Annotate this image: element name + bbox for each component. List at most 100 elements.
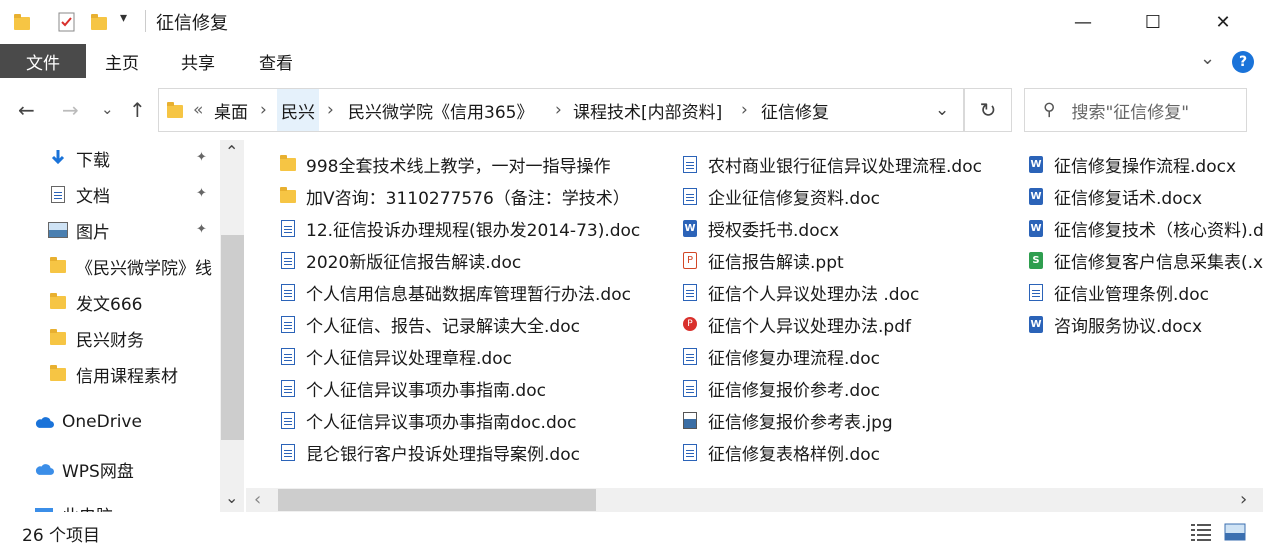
documents-icon: [48, 185, 68, 203]
word-doc-icon: [680, 379, 700, 397]
details-view-icon[interactable]: [1190, 522, 1212, 546]
navigation-bar: ← → ⌄ ↑ « 桌面 › 民兴 › 民兴微学院《信用365》 › 课程技术[…: [0, 82, 1263, 140]
recent-locations-icon[interactable]: ⌄: [101, 100, 114, 118]
refresh-button[interactable]: ↻: [964, 88, 1012, 132]
list-item[interactable]: 个人征信异议事项办事指南doc.doc: [278, 404, 648, 436]
word-doc-icon: [278, 251, 298, 269]
tab-file[interactable]: 文件: [0, 44, 86, 78]
maximize-button[interactable]: ☐: [1130, 0, 1176, 44]
ribbon-collapse-icon[interactable]: ⌄: [1200, 48, 1215, 69]
sidebar-item-wps-drive[interactable]: WPS网盘: [34, 453, 206, 485]
breadcrumb-academy[interactable]: 民兴微学院《信用365》: [348, 89, 533, 131]
list-item[interactable]: W 咨询服务协议.docx: [1026, 308, 1263, 340]
sidebar-item-folder-finance[interactable]: 民兴财务: [48, 322, 220, 354]
list-item[interactable]: 征信修复报价参考表.jpg: [680, 404, 1020, 436]
tab-share[interactable]: 共享: [172, 44, 224, 78]
list-item[interactable]: 个人征信异议处理章程.doc: [278, 340, 648, 372]
back-arrow-icon[interactable]: ←: [18, 98, 35, 122]
list-item[interactable]: 企业征信修复资料.doc: [680, 180, 1020, 212]
list-item[interactable]: 2020新版征信报告解读.doc: [278, 244, 648, 276]
file-name: 征信修复技术（核心资料).docx: [1054, 220, 1263, 241]
list-item[interactable]: W 征信修复操作流程.docx: [1026, 148, 1263, 180]
file-name: 征信修复报价参考表.jpg: [708, 412, 893, 433]
list-item[interactable]: P 征信个人异议处理办法.pdf: [680, 308, 1020, 340]
sidebar-item-pictures[interactable]: 图片: [48, 214, 220, 246]
forward-arrow-icon[interactable]: →: [62, 98, 79, 122]
file-list: 998全套技术线上教学，一对一指导操作 加V咨询：3110277576（备注：学…: [246, 140, 1263, 488]
word-docx-icon: W: [1026, 155, 1046, 173]
dropdown-arrow-icon[interactable]: ▾: [120, 10, 127, 26]
word-doc-icon: [680, 443, 700, 461]
word-doc-icon: [278, 219, 298, 237]
sidebar-item-folder-fawen[interactable]: 发文666: [48, 286, 220, 318]
sidebar-item-this-pc[interactable]: 此电脑: [34, 498, 206, 512]
list-item[interactable]: S 征信修复客户信息采集表(.xlsx: [1026, 244, 1263, 276]
pin-icon[interactable]: ✦: [196, 150, 207, 165]
pin-icon[interactable]: ✦: [196, 186, 207, 201]
breadcrumb-current[interactable]: 征信修复: [761, 89, 829, 131]
word-doc-icon: [278, 443, 298, 461]
address-dropdown-icon[interactable]: ⌄: [935, 89, 949, 131]
folder-icon: [278, 186, 298, 203]
word-doc-icon: [278, 379, 298, 397]
help-icon[interactable]: ?: [1232, 51, 1254, 73]
scroll-left-icon[interactable]: ‹: [254, 489, 261, 510]
list-item[interactable]: W 征信修复技术（核心资料).docx: [1026, 212, 1263, 244]
list-item[interactable]: 个人征信异议事项办事指南.doc: [278, 372, 648, 404]
folder-icon[interactable]: [91, 14, 111, 35]
list-item[interactable]: 征信修复办理流程.doc: [680, 340, 1020, 372]
scroll-up-icon[interactable]: ⌃: [225, 142, 238, 161]
list-item[interactable]: 征信个人异议处理办法 .doc: [680, 276, 1020, 308]
file-name: 农村商业银行征信异议处理流程.doc: [708, 156, 982, 177]
list-item[interactable]: 征信业管理条例.doc: [1026, 276, 1263, 308]
list-item[interactable]: 征信修复表格样例.doc: [680, 436, 1020, 468]
address-bar[interactable]: « 桌面 › 民兴 › 民兴微学院《信用365》 › 课程技术[内部资料] › …: [158, 88, 964, 132]
up-arrow-icon[interactable]: ↑: [129, 98, 146, 122]
word-doc-icon: [278, 283, 298, 301]
spreadsheet-icon: S: [1026, 251, 1046, 269]
file-name: 企业征信修复资料.doc: [708, 188, 880, 209]
large-icons-view-icon[interactable]: [1224, 522, 1246, 546]
list-item[interactable]: 昆仑银行客户投诉处理指导案例.doc: [278, 436, 648, 468]
tab-view[interactable]: 查看: [250, 44, 302, 78]
breadcrumb-overflow[interactable]: «: [193, 89, 203, 131]
list-item[interactable]: 12.征信投诉办理规程(银办发2014-73).doc: [278, 212, 648, 244]
list-item[interactable]: 征信修复报价参考.doc: [680, 372, 1020, 404]
minimize-button[interactable]: —: [1060, 0, 1106, 44]
pin-icon[interactable]: ✦: [196, 222, 207, 237]
word-docx-icon: W: [1026, 219, 1046, 237]
list-item[interactable]: 个人信用信息基础数据库管理暂行办法.doc: [278, 276, 648, 308]
list-item[interactable]: 998全套技术线上教学，一对一指导操作: [278, 148, 648, 180]
word-doc-icon: [278, 411, 298, 429]
sidebar-item-onedrive[interactable]: OneDrive: [34, 406, 206, 438]
sidebar-item-label: 图片: [76, 222, 110, 243]
sidebar-scrollbar-thumb[interactable]: [221, 235, 244, 440]
list-item[interactable]: 个人征信、报告、记录解读大全.doc: [278, 308, 648, 340]
breadcrumb-desktop[interactable]: 桌面: [214, 89, 248, 131]
file-name: 授权委托书.docx: [708, 220, 840, 241]
file-name: 个人征信、报告、记录解读大全.doc: [306, 316, 580, 337]
word-doc-icon: [1026, 283, 1046, 301]
tab-home[interactable]: 主页: [96, 44, 148, 78]
list-item[interactable]: 农村商业银行征信异议处理流程.doc: [680, 148, 1020, 180]
sidebar-item-documents[interactable]: 文档: [48, 178, 220, 210]
list-item[interactable]: 加V咨询：3110277576（备注：学技术）: [278, 180, 648, 212]
sidebar-item-folder-materials[interactable]: 信用课程素材: [48, 358, 220, 390]
list-item[interactable]: W 征信修复话术.docx: [1026, 180, 1263, 212]
sidebar-item-downloads[interactable]: 下载: [48, 142, 220, 174]
scroll-right-icon[interactable]: ›: [1240, 489, 1247, 510]
file-name: 征信修复话术.docx: [1054, 188, 1203, 209]
file-name: 个人信用信息基础数据库管理暂行办法.doc: [306, 284, 631, 305]
breadcrumb-minxing[interactable]: 民兴: [277, 89, 319, 131]
scroll-down-icon[interactable]: ⌄: [225, 488, 238, 507]
list-item[interactable]: P 征信报告解读.ppt: [680, 244, 1020, 276]
title-bar: ▾ 征信修复 — ☐ ✕: [0, 0, 1263, 44]
list-item[interactable]: W 授权委托书.docx: [680, 212, 1020, 244]
close-button[interactable]: ✕: [1200, 0, 1246, 44]
checkmark-document-icon[interactable]: [57, 11, 77, 32]
sidebar-item-folder-course[interactable]: 《民兴微学院》线: [48, 250, 220, 282]
search-input[interactable]: ⚲ 搜索"征信修复": [1024, 88, 1247, 132]
horizontal-scrollbar-thumb[interactable]: [278, 489, 596, 511]
file-name: 昆仑银行客户投诉处理指导案例.doc: [306, 444, 580, 465]
breadcrumb-course-tech[interactable]: 课程技术[内部资料]: [573, 89, 722, 131]
